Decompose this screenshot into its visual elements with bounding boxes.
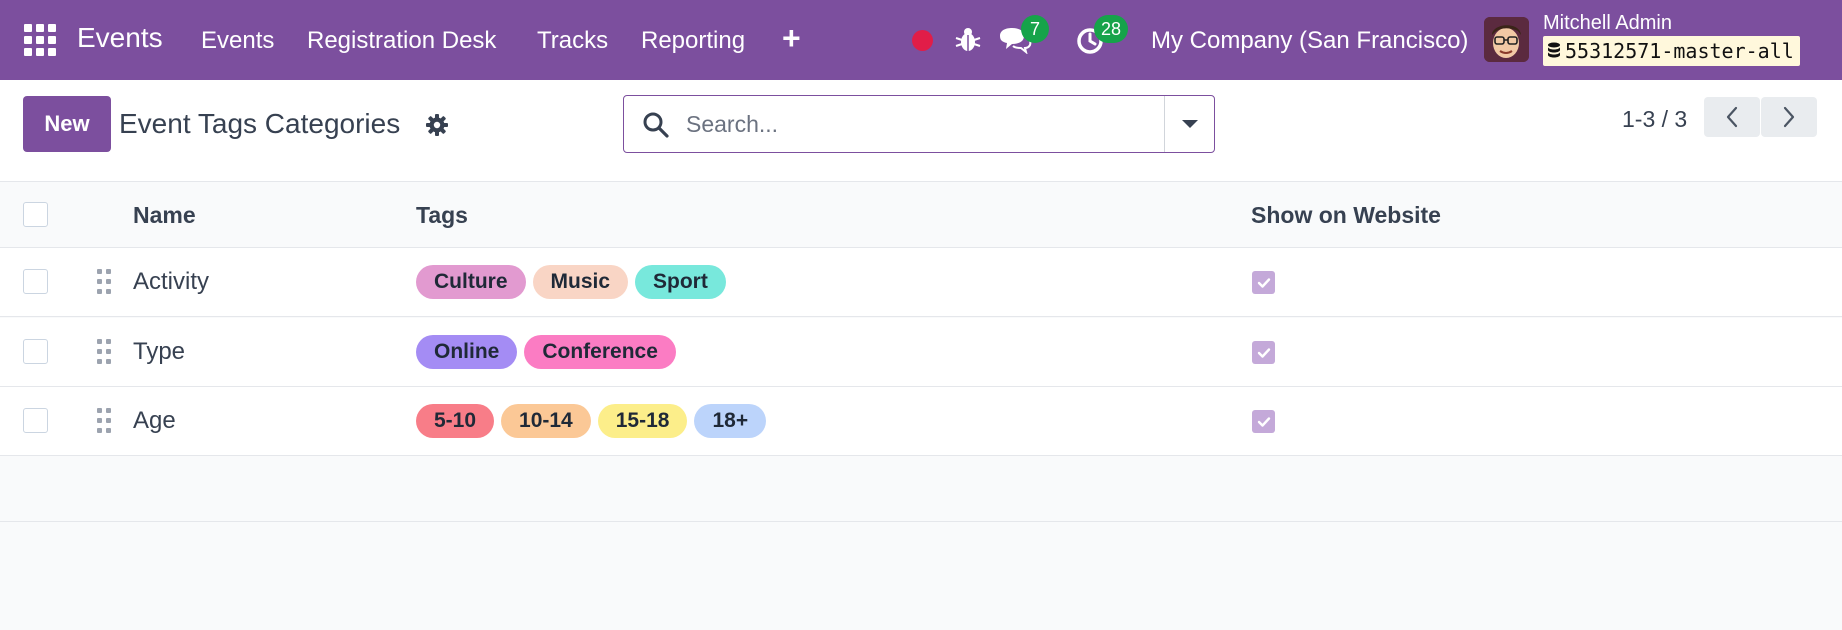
tag-badge: Sport [635, 265, 726, 299]
control-panel: New Event Tags Categories 1-3 / 3 [0, 80, 1842, 182]
menu-item-events[interactable]: Events [201, 27, 274, 55]
chevron-left-icon [1726, 106, 1738, 128]
app-brand[interactable]: Events [77, 22, 163, 54]
chevron-right-icon [1783, 106, 1795, 128]
table-row[interactable]: Age 5-10 10-14 15-18 18+ [0, 387, 1842, 456]
row-tags: 5-10 10-14 15-18 18+ [416, 404, 767, 438]
show-on-website-checkbox[interactable] [1252, 271, 1275, 294]
record-icon[interactable] [912, 30, 933, 51]
drag-handle-icon[interactable] [97, 408, 111, 434]
select-all-checkbox[interactable] [23, 202, 48, 227]
menu-item-registration-desk[interactable]: Registration Desk [307, 27, 496, 55]
row-checkbox[interactable] [23, 408, 48, 433]
messages-badge: 7 [1021, 15, 1049, 43]
menu-item-reporting[interactable]: Reporting [641, 27, 745, 55]
pager-value[interactable]: 1-3 / 3 [1622, 106, 1687, 133]
tag-badge: 18+ [694, 404, 767, 438]
row-name: Type [133, 338, 186, 365]
plus-icon[interactable]: + [782, 20, 801, 57]
column-header-show-on-website[interactable]: Show on Website [1251, 202, 1441, 229]
tag-badge: 5-10 [416, 404, 495, 438]
search-icon [643, 112, 669, 138]
drag-handle-icon[interactable] [97, 339, 111, 365]
tag-badge: Online [416, 335, 518, 369]
database-icon [1548, 42, 1560, 58]
table-row[interactable]: Type Online Conference [0, 318, 1842, 387]
row-tags: Online Conference [416, 335, 676, 369]
row-checkbox[interactable] [23, 339, 48, 364]
check-icon [1257, 416, 1270, 427]
table-row[interactable]: Activity Culture Music Sport [0, 248, 1842, 317]
tag-badge: Conference [524, 335, 676, 369]
row-tags: Culture Music Sport [416, 265, 726, 299]
bug-icon[interactable] [955, 26, 981, 54]
menu-item-tracks[interactable]: Tracks [537, 27, 608, 55]
search-box [623, 95, 1215, 153]
column-header-name[interactable]: Name [133, 202, 196, 229]
search-options-toggle[interactable] [1165, 96, 1215, 152]
tag-badge: 10-14 [501, 404, 591, 438]
drag-handle-icon[interactable] [97, 269, 111, 295]
caret-down-icon [1182, 120, 1198, 128]
check-icon [1257, 347, 1270, 358]
tag-badge: 15-18 [597, 404, 688, 438]
search-input[interactable] [686, 106, 1176, 142]
row-name: Activity [133, 268, 210, 295]
tag-badge: Culture [416, 265, 526, 299]
pager-next-button[interactable] [1761, 97, 1817, 137]
user-name[interactable]: Mitchell Admin [1543, 12, 1672, 35]
company-switcher[interactable]: My Company (San Francisco) [1151, 27, 1468, 55]
row-name: Age [133, 407, 176, 434]
apps-menu-icon[interactable] [24, 24, 56, 56]
database-name: 55312571-master-all [1565, 39, 1794, 63]
page-title: Event Tags Categories [119, 108, 401, 139]
gear-icon[interactable] [425, 113, 449, 137]
top-navbar: Events Events Registration Desk Tracks R… [0, 0, 1842, 80]
tag-badge: Music [532, 265, 629, 299]
new-button[interactable]: New [23, 96, 111, 152]
table-header: Name Tags Show on Website [0, 182, 1842, 248]
row-checkbox[interactable] [23, 269, 48, 294]
empty-row [0, 456, 1842, 522]
user-avatar[interactable] [1484, 17, 1529, 62]
pager-previous-button[interactable] [1704, 97, 1760, 137]
database-tag: 55312571-master-all [1543, 36, 1800, 66]
show-on-website-checkbox[interactable] [1252, 410, 1275, 433]
column-header-tags[interactable]: Tags [416, 202, 468, 229]
activities-badge: 28 [1094, 15, 1129, 43]
check-icon [1257, 277, 1270, 288]
show-on-website-checkbox[interactable] [1252, 341, 1275, 364]
